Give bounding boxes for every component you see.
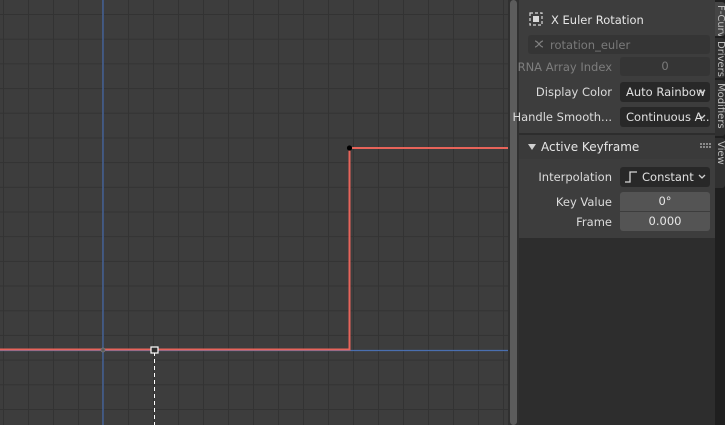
display-color-dropdown[interactable]: Auto Rainbow <box>620 82 710 102</box>
frame-label: Frame <box>576 215 612 229</box>
sidebar: X Euler Rotation rotation_euler RNA Arra… <box>512 0 715 425</box>
graph-editor-window: X Euler Rotation rotation_euler RNA Arra… <box>0 0 725 425</box>
tab-fcurve-label: F-Curve <box>715 5 725 36</box>
key-value-row: Key Value 0° <box>519 192 715 212</box>
handle-smoothing-label: Handle Smooth... <box>512 110 612 124</box>
handle-smoothing-row: Handle Smooth... Continuous A... <box>512 107 715 127</box>
tab-view-label: View <box>715 141 725 165</box>
keyframe-point-left[interactable] <box>100 347 106 353</box>
frame-cursor-handle[interactable] <box>150 346 159 354</box>
handle-smoothing-dropdown[interactable]: Continuous A... <box>620 107 710 127</box>
display-color-value: Auto Rainbow <box>626 85 706 99</box>
display-color-label: Display Color <box>535 85 612 99</box>
tab-fcurve[interactable]: F-Curve <box>715 2 725 36</box>
rna-array-index-field: 0 <box>620 57 710 76</box>
frame-field[interactable]: 0.000 <box>620 212 710 231</box>
viewport-scrollbar-thumb[interactable] <box>510 0 517 425</box>
chevron-down-icon <box>698 174 706 179</box>
drag-handle-icon[interactable] <box>700 143 712 151</box>
key-value-field[interactable]: 0° <box>620 192 710 211</box>
sidebar-tab-strip: F-Curve Drivers Modifiers View <box>715 0 725 425</box>
tab-modifiers-label: Modifiers <box>715 83 725 129</box>
rna-array-index-label: RNA Array Index <box>517 60 612 74</box>
graph-viewport[interactable] <box>0 0 508 425</box>
interpolation-dropdown[interactable]: Constant <box>620 167 710 187</box>
display-color-row: Display Color Auto Rainbow <box>519 82 715 102</box>
interpolation-value: Constant <box>642 170 694 184</box>
interpolation-label: Interpolation <box>538 170 612 184</box>
channel-name-row: X Euler Rotation <box>519 10 715 30</box>
interpolation-row: Interpolation Constant <box>519 167 715 187</box>
chevron-down-icon <box>698 114 706 119</box>
tab-view[interactable]: View <box>715 138 725 188</box>
tab-drivers-label: Drivers <box>715 41 725 77</box>
tab-drivers[interactable]: Drivers <box>715 38 725 78</box>
active-keyframe-title: Active Keyframe <box>541 140 640 154</box>
rna-array-index-row: RNA Array Index 0 <box>517 57 715 77</box>
disclosure-triangle-icon[interactable] <box>527 142 537 152</box>
keyframe-point-top[interactable] <box>346 145 353 151</box>
constant-interpolation-icon <box>625 171 637 183</box>
frame-row: Frame 0.000 <box>519 212 715 232</box>
active-keyframe-panel: Interpolation Constant Key Value 0° Fram… <box>519 159 715 238</box>
active-keyframe-panel-header[interactable]: Active Keyframe <box>519 135 715 159</box>
fcurve-line[interactable] <box>0 147 508 351</box>
rna-path-icon <box>534 40 544 48</box>
graph-canvas[interactable] <box>0 0 508 425</box>
key-value-label: Key Value <box>555 195 612 209</box>
channel-name: X Euler Rotation <box>551 13 644 27</box>
fcurve-panel: X Euler Rotation rotation_euler RNA Arra… <box>512 0 715 133</box>
data-path-row: rotation_euler <box>519 35 715 55</box>
chevron-down-icon <box>698 89 706 94</box>
fcurve-channel-icon <box>529 12 543 26</box>
data-path-field: rotation_euler <box>528 35 710 54</box>
data-path-text: rotation_euler <box>550 38 631 52</box>
tab-modifiers[interactable]: Modifiers <box>715 80 725 136</box>
